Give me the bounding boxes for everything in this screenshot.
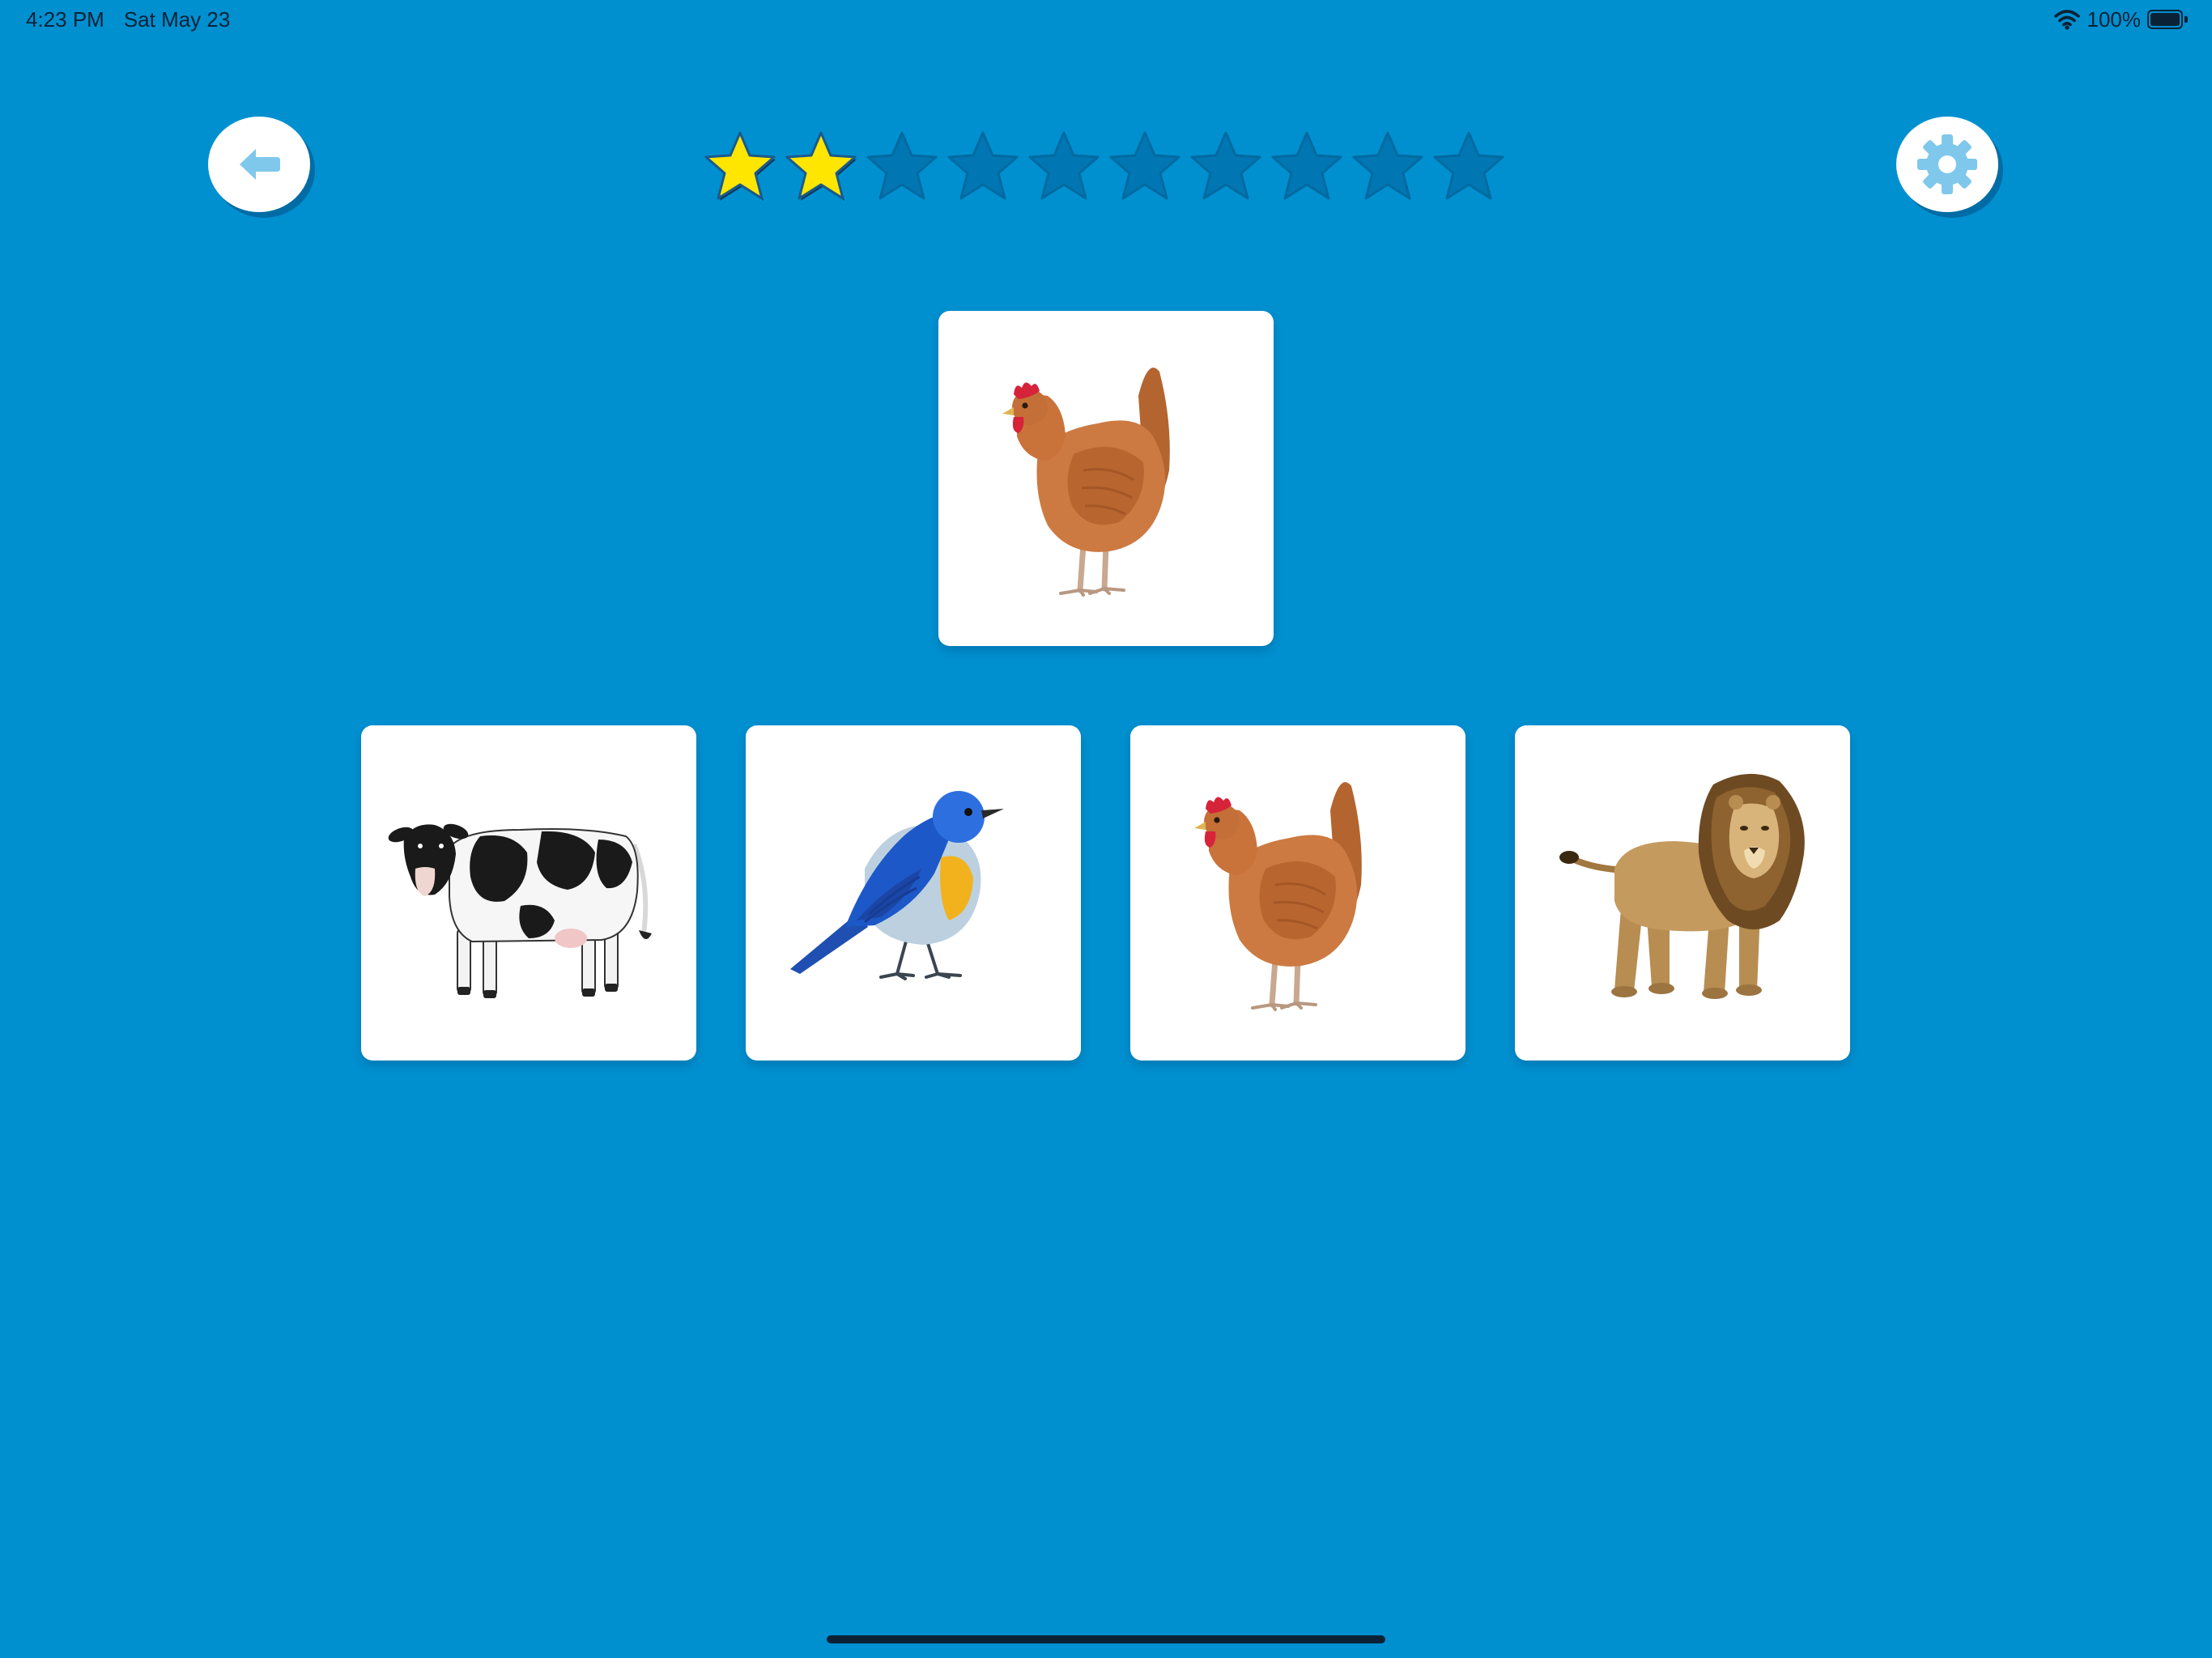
- star-empty-icon: [1025, 128, 1103, 206]
- star-empty-icon: [1187, 128, 1265, 206]
- settings-button[interactable]: [1896, 117, 1998, 212]
- cow-image: [383, 747, 674, 1039]
- chicken-image: [1152, 747, 1444, 1039]
- choice-card-bird[interactable]: [746, 725, 1081, 1061]
- gear-icon: [1917, 134, 1977, 194]
- status-bar-right: 100%: [2053, 5, 2188, 34]
- lion-image: [1537, 747, 1828, 1039]
- arrow-left-icon: [240, 149, 280, 180]
- star-filled-icon: [782, 128, 860, 206]
- bird-image: [789, 789, 1006, 980]
- star-empty-icon: [1106, 128, 1184, 206]
- game-screen: 4:23 PM Sat May 23 100%: [0, 0, 2212, 1658]
- star-empty-icon: [1430, 128, 1508, 206]
- chicken-image: [960, 333, 1252, 624]
- home-indicator: [827, 1635, 1385, 1643]
- star-empty-icon: [944, 128, 1022, 206]
- choice-card-cow[interactable]: [361, 725, 696, 1061]
- back-button[interactable]: [208, 117, 310, 212]
- status-date: Sat May 23: [123, 6, 231, 32]
- choice-card-chicken[interactable]: [1130, 725, 1465, 1061]
- choice-card-lion[interactable]: [1515, 725, 1850, 1061]
- star-empty-icon: [1268, 128, 1346, 206]
- star-empty-icon: [863, 128, 941, 206]
- wifi-icon: [2053, 10, 2080, 30]
- battery-icon: [2147, 10, 2188, 29]
- target-card: [938, 311, 1274, 646]
- progress-stars: [701, 128, 1508, 206]
- star-empty-icon: [1349, 128, 1427, 206]
- battery-percentage: 100%: [2087, 6, 2142, 32]
- status-time: 4:23 PM: [26, 6, 104, 32]
- star-filled-icon: [701, 128, 779, 206]
- status-bar-left: 4:23 PM Sat May 23: [26, 5, 230, 34]
